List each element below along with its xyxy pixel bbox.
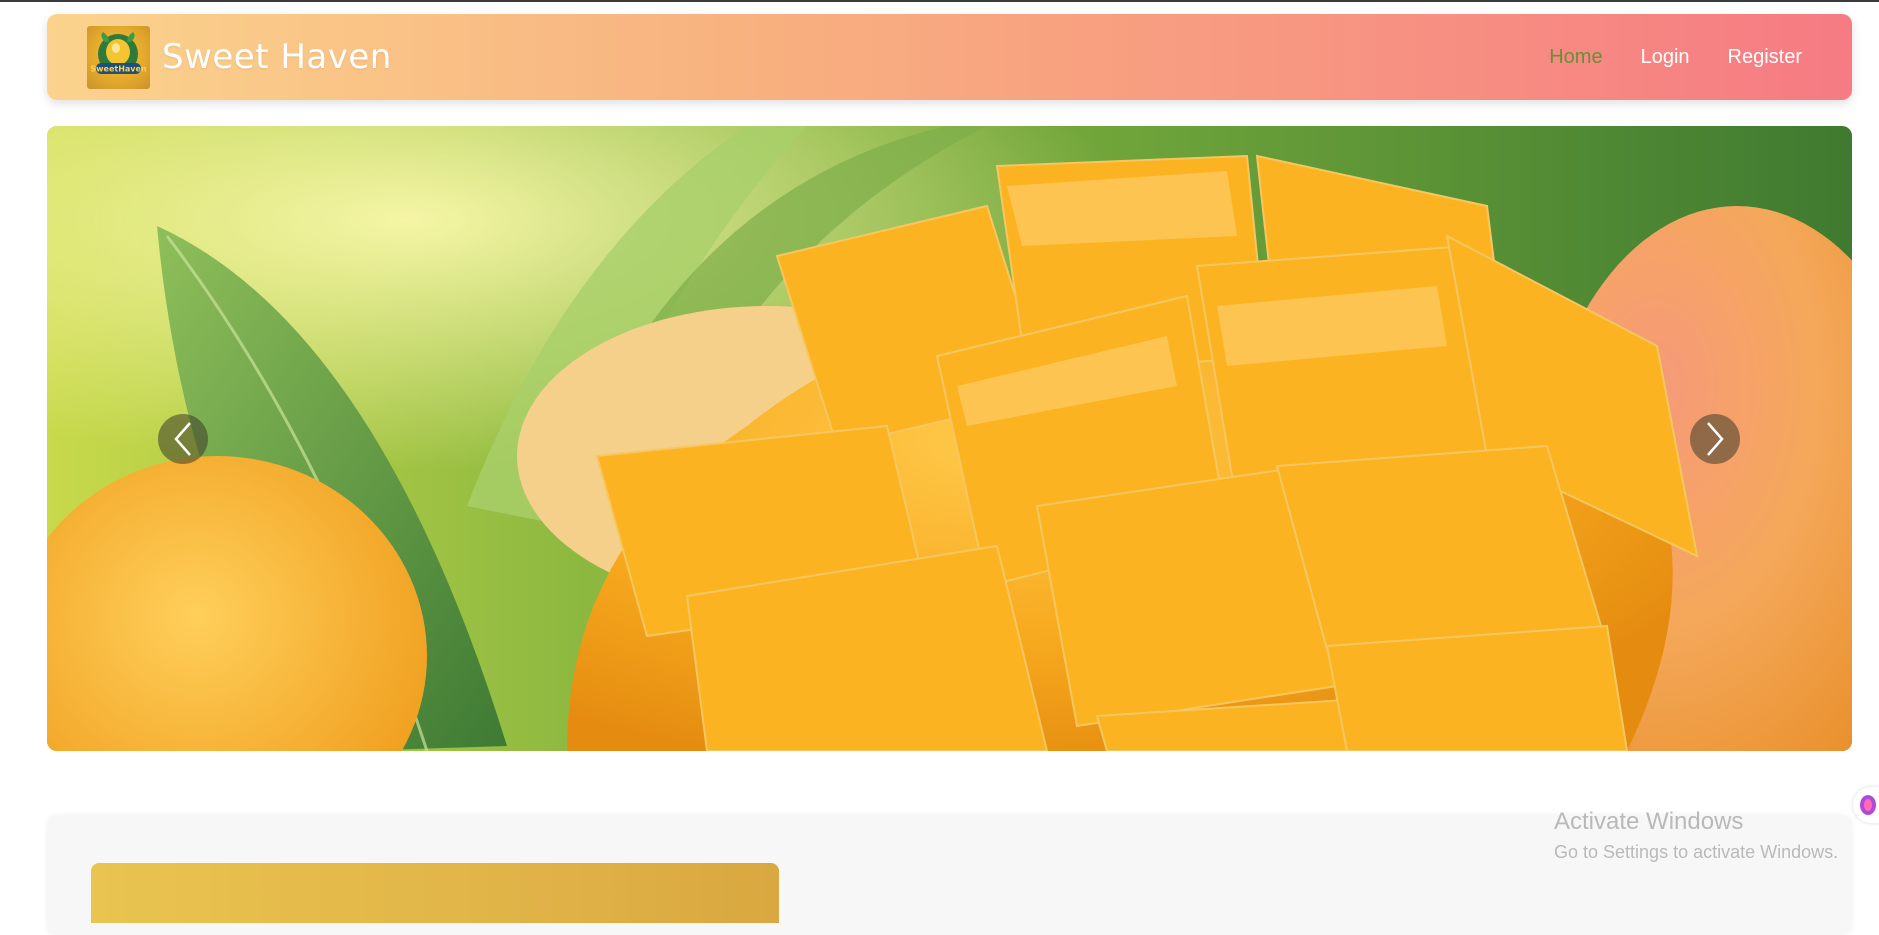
mango-logo-icon: SweetHaven: [90, 31, 147, 74]
logo[interactable]: SweetHaven: [87, 25, 150, 89]
brand[interactable]: SweetHaven Sweet Haven: [87, 25, 392, 89]
chevron-left-icon: [174, 422, 191, 456]
chevron-right-icon: [1707, 422, 1724, 456]
nav-home-link[interactable]: Home: [1549, 46, 1602, 69]
logo-text: SweetHaven: [90, 64, 147, 73]
activation-subtitle: Go to Settings to activate Windows.: [1554, 842, 1839, 862]
side-extension-button[interactable]: [1853, 787, 1879, 823]
extension-icon: [1860, 795, 1876, 815]
navbar: SweetHaven Sweet Haven Home Login Regist…: [47, 14, 1852, 100]
carousel-prev-button[interactable]: [158, 414, 208, 464]
hero-carousel: [47, 126, 1852, 751]
top-border: [0, 0, 1879, 2]
nav-login-link[interactable]: Login: [1641, 46, 1690, 69]
brand-name[interactable]: Sweet Haven: [162, 37, 392, 77]
content-banner: [91, 863, 779, 923]
carousel-next-button[interactable]: [1690, 414, 1740, 464]
activation-title: Activate Windows: [1554, 808, 1744, 835]
mango-slide-image: [47, 126, 1852, 751]
nav-links: Home Login Register: [1549, 14, 1802, 100]
nav-register-link[interactable]: Register: [1728, 46, 1802, 69]
windows-activation-watermark: Activate Windows Go to Settings to activ…: [1554, 808, 1838, 863]
